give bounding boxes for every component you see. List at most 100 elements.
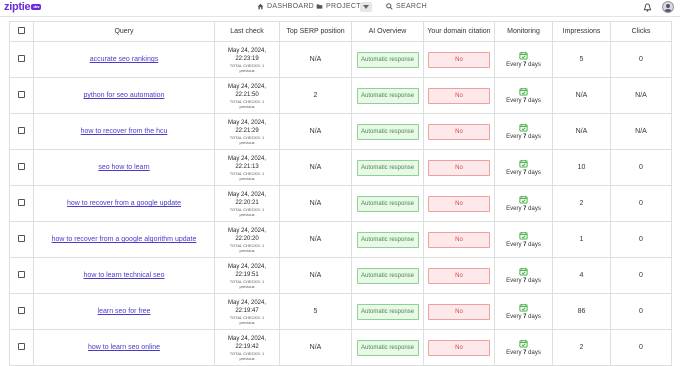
row-checkbox[interactable]	[18, 55, 25, 62]
serp-cell: 5	[279, 293, 352, 330]
query-link[interactable]: how to learn technical seo	[84, 272, 165, 279]
calendar-check-icon	[519, 87, 528, 96]
serp-position: N/A	[309, 272, 322, 279]
projects-dropdown-button[interactable]	[360, 2, 372, 12]
row-select-cell	[9, 77, 34, 114]
impressions-cell: N/A	[552, 77, 611, 114]
user-avatar[interactable]	[662, 1, 674, 13]
previous-label[interactable]: previous	[215, 320, 279, 325]
monitoring-frequency[interactable]: Every 7 days	[506, 134, 541, 140]
days-label: days	[528, 206, 541, 212]
col-monitoring[interactable]: Monitoring	[494, 21, 553, 42]
row-checkbox[interactable]	[18, 163, 25, 170]
monitoring-cell: Every 7 days	[494, 221, 553, 258]
last-check-time: 22:21:13	[235, 163, 259, 170]
query-link[interactable]: how to recover from a google algorithm u…	[52, 236, 197, 243]
citation-badge: No	[428, 51, 490, 68]
query-link[interactable]: how to recover from the hcu	[81, 128, 168, 135]
nav-projects[interactable]: PROJECTS	[316, 3, 366, 10]
row-select-cell	[9, 221, 34, 258]
table-row[interactable]: how to recover from the hcu May 24, 2024…	[9, 113, 672, 150]
query-link[interactable]: accurate seo rankings	[90, 56, 158, 63]
citation-cell: No	[423, 149, 495, 186]
monitoring-frequency[interactable]: Every 7 days	[506, 170, 541, 176]
impressions-value: 2	[579, 344, 584, 351]
nav-search[interactable]: SEARCH	[386, 3, 427, 10]
query-link[interactable]: how to recover from a google update	[67, 200, 181, 207]
row-select-cell	[9, 293, 34, 330]
monitoring-frequency[interactable]: Every 7 days	[506, 242, 541, 248]
query-cell: how to recover from a google update	[33, 185, 215, 222]
query-link[interactable]: python for seo automation	[84, 92, 165, 99]
query-link[interactable]: learn seo for free	[98, 308, 151, 315]
query-link[interactable]: how to learn seo online	[88, 344, 160, 351]
select-all-checkbox[interactable]	[18, 27, 25, 34]
table-row[interactable]: how to recover from a google algorithm u…	[9, 221, 672, 258]
previous-label[interactable]: previous	[215, 356, 279, 361]
row-checkbox[interactable]	[18, 127, 25, 134]
row-checkbox[interactable]	[18, 91, 25, 98]
table-row[interactable]: accurate seo rankings May 24, 2024, 22:2…	[9, 41, 672, 78]
previous-label[interactable]: previous	[215, 140, 279, 145]
days-label: days	[528, 134, 541, 140]
query-cell: seo how to learn	[33, 149, 215, 186]
previous-label[interactable]: previous	[215, 104, 279, 109]
query-link[interactable]: seo how to learn	[98, 164, 149, 171]
last-check-time: 22:20:21	[235, 199, 259, 206]
every-label: Every	[506, 170, 522, 176]
previous-label[interactable]: previous	[215, 176, 279, 181]
table-row[interactable]: seo how to learn May 24, 2024, 22:21:13 …	[9, 149, 672, 186]
brand-logo[interactable]: ziptie dev	[4, 1, 42, 13]
previous-label[interactable]: previous	[215, 68, 279, 73]
table-row[interactable]: python for seo automation May 24, 2024, …	[9, 77, 672, 114]
impressions-cell: 2	[552, 185, 611, 222]
monitoring-cell: Every 7 days	[494, 41, 553, 78]
citation-cell: No	[423, 221, 495, 258]
impressions-value: 5	[579, 56, 584, 63]
ai-overview-badge: Automatic response	[356, 159, 419, 176]
bell-icon[interactable]	[643, 3, 652, 12]
citation-cell: No	[423, 185, 495, 222]
nav-dashboard[interactable]: DASHBOARD	[257, 3, 314, 10]
monitoring-frequency[interactable]: Every 7 days	[506, 350, 541, 356]
col-serp[interactable]: Top SERP position	[279, 21, 352, 42]
table-row[interactable]: how to learn seo online May 24, 2024, 22…	[9, 329, 672, 366]
row-checkbox[interactable]	[18, 343, 25, 350]
previous-label[interactable]: previous	[215, 212, 279, 217]
row-checkbox[interactable]	[18, 307, 25, 314]
monitoring-frequency[interactable]: Every 7 days	[506, 98, 541, 104]
col-ai-overview[interactable]: AI Overview	[351, 21, 424, 42]
row-checkbox[interactable]	[18, 235, 25, 242]
clicks-cell: 0	[610, 257, 672, 294]
table-row[interactable]: how to learn technical seo May 24, 2024,…	[9, 257, 672, 294]
col-query[interactable]: Query	[33, 21, 215, 42]
last-check-date: May 24, 2024,	[227, 119, 267, 126]
row-select-cell	[9, 41, 34, 78]
days-label: days	[528, 62, 541, 68]
ai-overview-badge: Automatic response	[356, 231, 419, 248]
monitoring-days: 7	[523, 134, 527, 140]
col-last-check[interactable]: Last check	[214, 21, 280, 42]
previous-label[interactable]: previous	[215, 248, 279, 253]
monitoring-frequency[interactable]: Every 7 days	[506, 314, 541, 320]
calendar-check-icon	[519, 51, 528, 60]
clicks-cell: N/A	[610, 77, 672, 114]
days-label: days	[528, 278, 541, 284]
monitoring-frequency[interactable]: Every 7 days	[506, 206, 541, 212]
every-label: Every	[506, 242, 522, 248]
row-checkbox[interactable]	[18, 271, 25, 278]
col-clicks[interactable]: Clicks	[610, 21, 672, 42]
monitoring-frequency[interactable]: Every 7 days	[506, 278, 541, 284]
row-checkbox[interactable]	[18, 199, 25, 206]
query-cell: accurate seo rankings	[33, 41, 215, 78]
col-impressions[interactable]: Impressions	[552, 21, 611, 42]
monitoring-days: 7	[523, 206, 527, 212]
table-row[interactable]: how to recover from a google update May …	[9, 185, 672, 222]
calendar-check-icon	[519, 159, 528, 168]
col-citation[interactable]: Your domain citation	[423, 21, 495, 42]
serp-cell: N/A	[279, 257, 352, 294]
citation-badge: No	[428, 267, 490, 284]
previous-label[interactable]: previous	[215, 284, 279, 289]
table-row[interactable]: learn seo for free May 24, 2024, 22:19:4…	[9, 293, 672, 330]
monitoring-frequency[interactable]: Every 7 days	[506, 62, 541, 68]
